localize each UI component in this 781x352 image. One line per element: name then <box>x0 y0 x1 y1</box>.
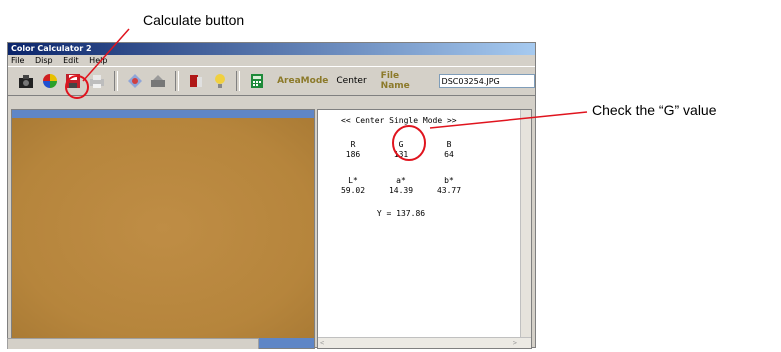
app-window: Color Calculator 2 File Disp Edit Help A… <box>7 42 536 349</box>
calculator-icon[interactable] <box>247 71 267 91</box>
g-value: 131 <box>393 150 409 159</box>
toolbar-separator <box>113 71 118 91</box>
file-name-label: File Name <box>380 71 410 91</box>
file-name-field[interactable]: DSC03254.JPG <box>438 74 536 88</box>
save-icon[interactable] <box>63 71 83 91</box>
toolbar: AreaMode Center File Name DSC03254.JPG <box>8 66 536 96</box>
target-icon[interactable] <box>125 71 145 91</box>
menu-bar: File Disp Edit Help <box>8 55 535 66</box>
result-pane: << Center Single Mode >> R G B 186 131 6… <box>317 109 532 349</box>
a-star-value: 14.39 <box>388 186 414 195</box>
callout-check-g-value: Check the “G” value <box>592 102 717 118</box>
horizontal-scrollbar[interactable]: < > <box>318 337 531 348</box>
status-bar <box>7 338 259 349</box>
area-mode-value: Center <box>336 76 367 86</box>
lightbulb-icon[interactable] <box>210 71 230 91</box>
scanner-icon[interactable] <box>148 71 168 91</box>
sample-image <box>12 118 314 338</box>
color-wheel-icon <box>42 74 57 88</box>
camera-icon[interactable] <box>16 71 36 91</box>
y-value: Y = 137.86 <box>376 209 426 218</box>
calculate-button[interactable] <box>40 71 60 91</box>
area-mode-label: AreaMode <box>277 76 329 86</box>
menu-help[interactable]: Help <box>89 56 107 65</box>
image-pane[interactable] <box>11 109 315 349</box>
r-label: R <box>350 140 356 149</box>
b-star-value: 43.77 <box>436 186 462 195</box>
b-value: 64 <box>444 150 454 159</box>
mode-title: << Center Single Mode >> <box>341 116 457 125</box>
book-icon[interactable] <box>186 71 206 91</box>
menu-disp[interactable]: Disp <box>35 56 53 65</box>
l-star-label: L* <box>348 176 358 185</box>
menu-edit[interactable]: Edit <box>63 56 79 65</box>
scroll-left-arrow-icon[interactable]: < <box>320 338 324 348</box>
menu-file[interactable]: File <box>11 56 24 65</box>
b-label: B <box>446 140 452 149</box>
window-title: Color Calculator 2 <box>8 43 535 55</box>
g-label: G <box>398 140 404 149</box>
print-icon[interactable] <box>87 71 107 91</box>
a-star-label: a* <box>396 176 406 185</box>
scroll-right-arrow-icon[interactable]: > <box>513 338 517 348</box>
l-star-value: 59.02 <box>340 186 366 195</box>
b-star-label: b* <box>444 176 454 185</box>
callout-calculate-button: Calculate button <box>143 12 245 28</box>
vertical-scrollbar[interactable] <box>520 110 531 338</box>
r-value: 186 <box>345 150 361 159</box>
toolbar-separator <box>175 71 180 91</box>
toolbar-separator <box>236 71 241 91</box>
